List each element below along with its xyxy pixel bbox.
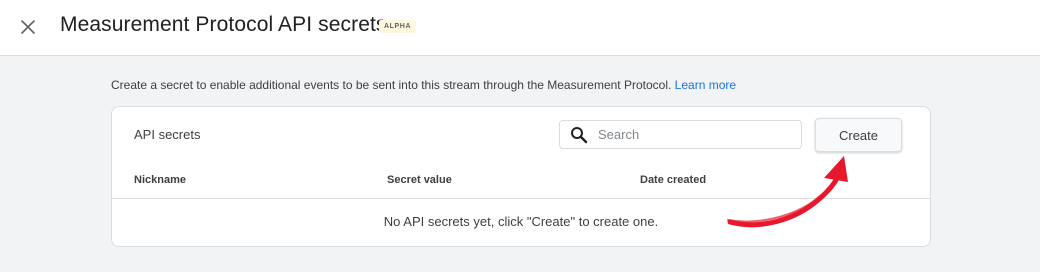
close-icon bbox=[21, 20, 35, 34]
page-title: Measurement Protocol API secrets bbox=[60, 13, 387, 36]
column-header-date-created[interactable]: Date created bbox=[640, 174, 706, 186]
column-header-secret-value[interactable]: Secret value bbox=[387, 174, 452, 186]
column-header-nickname[interactable]: Nickname bbox=[134, 174, 186, 186]
alpha-badge: ALPHA bbox=[379, 20, 417, 33]
annotation-arrow bbox=[727, 156, 848, 228]
card-title: API secrets bbox=[134, 127, 201, 142]
search-input[interactable] bbox=[598, 127, 788, 142]
create-button[interactable]: Create bbox=[815, 118, 902, 152]
intro-description: Create a secret to enable additional eve… bbox=[111, 78, 672, 92]
intro-text: Create a secret to enable additional eve… bbox=[111, 78, 736, 92]
search-field[interactable] bbox=[559, 120, 802, 149]
search-icon bbox=[570, 126, 588, 144]
top-bar: Measurement Protocol API secrets ALPHA bbox=[0, 0, 1040, 56]
close-button[interactable] bbox=[16, 15, 40, 39]
learn-more-link[interactable]: Learn more bbox=[675, 78, 736, 92]
